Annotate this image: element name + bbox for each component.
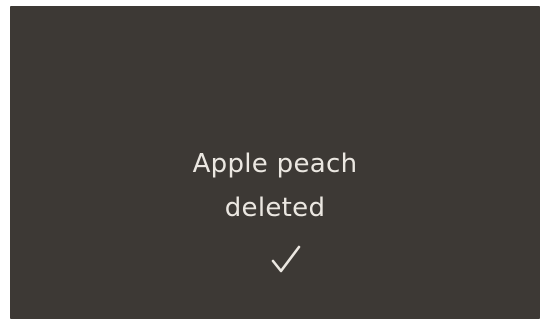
checkmark-icon	[271, 245, 301, 273]
deletion-message: Apple peach deleted	[10, 142, 540, 230]
message-line-2: deleted	[224, 193, 326, 223]
message-line-1: Apple peach	[192, 149, 358, 179]
device-screen: Apple peach deleted	[10, 6, 540, 319]
